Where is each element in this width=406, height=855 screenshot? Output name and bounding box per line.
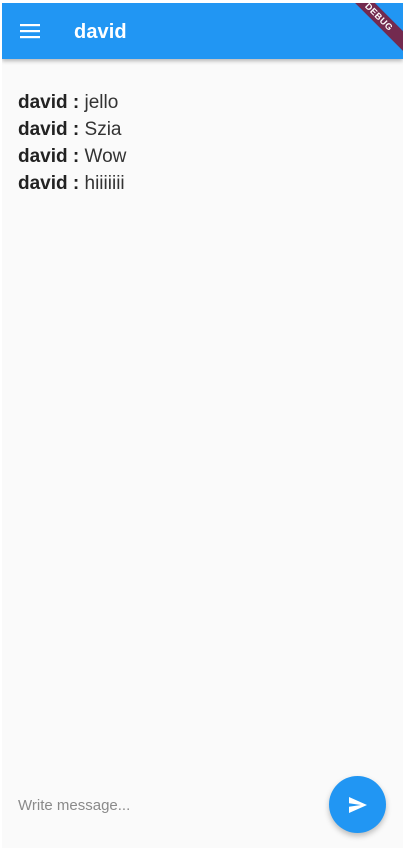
- message-text: Szia: [84, 119, 122, 140]
- message-sender: david :: [18, 173, 80, 194]
- message-sender: david :: [18, 146, 80, 167]
- message-input[interactable]: [16, 787, 320, 823]
- menu-button[interactable]: [12, 13, 48, 49]
- send-button[interactable]: [329, 776, 386, 833]
- message-item: david : hiiiiiii: [18, 170, 388, 197]
- message-item: david : jello: [18, 89, 388, 116]
- message-list: david : jello david : Szia david : Wow d…: [18, 89, 388, 197]
- app-screen: david DEBUG david : jello david : Szia d…: [2, 3, 403, 848]
- page-title: david: [74, 21, 127, 43]
- message-item: david : Szia: [18, 116, 388, 143]
- app-bar: david DEBUG: [2, 3, 403, 59]
- message-text: Wow: [84, 146, 127, 167]
- menu-icon: [20, 24, 40, 39]
- send-icon: [348, 796, 367, 813]
- message-composer: [2, 773, 403, 837]
- debug-banner: DEBUG: [338, 3, 403, 58]
- message-text: jello: [84, 92, 119, 113]
- message-sender: david :: [18, 92, 80, 113]
- message-text: hiiiiiii: [84, 173, 125, 194]
- message-sender: david :: [18, 119, 80, 140]
- message-item: david : Wow: [18, 143, 388, 170]
